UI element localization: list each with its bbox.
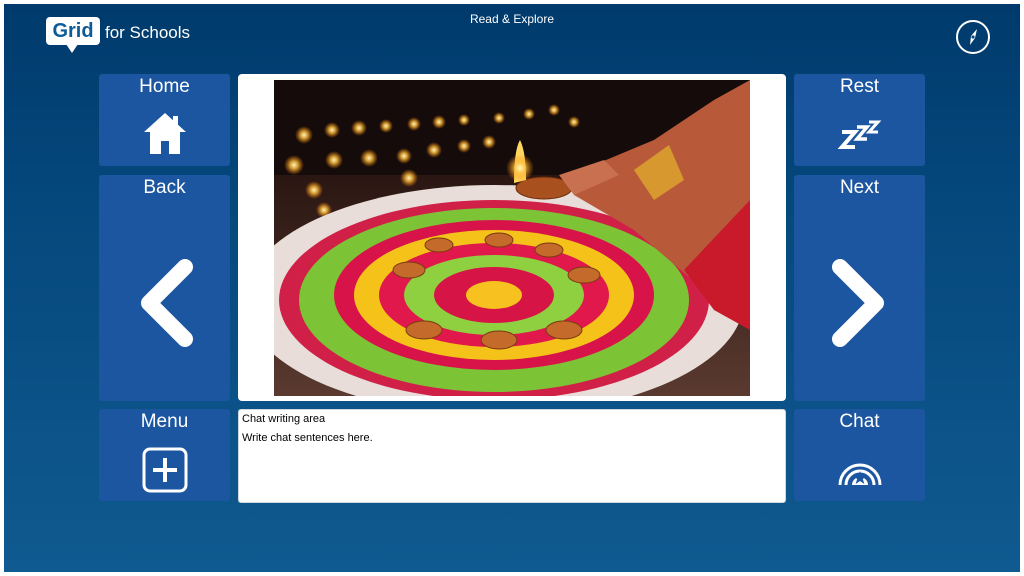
chat-writing-area[interactable]: Chat writing area Write chat sentences h… (238, 409, 786, 503)
back-label: Back (143, 177, 186, 198)
chat-cell[interactable]: Chat (794, 409, 925, 501)
back-cell[interactable]: Back (99, 175, 230, 401)
sleep-zzz-icon (837, 120, 881, 149)
plus-square-icon (142, 447, 187, 493)
chevron-right-icon (831, 259, 884, 347)
diwali-rangoli-photo (274, 80, 750, 396)
menu-label: Menu (140, 411, 189, 432)
chat-label: Chat (839, 411, 880, 432)
house-icon (143, 113, 186, 154)
image-panel (238, 74, 786, 401)
logo-speech-tail (66, 44, 78, 53)
chat-rainbow-star-icon (838, 463, 881, 486)
menu-cell[interactable]: Menu (99, 409, 230, 501)
next-label: Next (839, 177, 880, 198)
home-label: Home (139, 76, 190, 97)
grid-app-window: Grid for Schools Read & Explore Home Res… (4, 4, 1020, 572)
page-title: Read & Explore (469, 12, 555, 26)
rest-cell[interactable]: Rest (794, 74, 925, 166)
chat-area-title: Chat writing area (242, 413, 326, 425)
chevron-left-icon (140, 259, 193, 347)
next-cell[interactable]: Next (794, 175, 925, 401)
logo-text: for Schools (105, 23, 191, 42)
rest-label: Rest (839, 76, 880, 97)
chat-area-placeholder: Write chat sentences here. (242, 432, 373, 444)
compass-icon[interactable] (956, 20, 990, 54)
home-cell[interactable]: Home (99, 74, 230, 166)
